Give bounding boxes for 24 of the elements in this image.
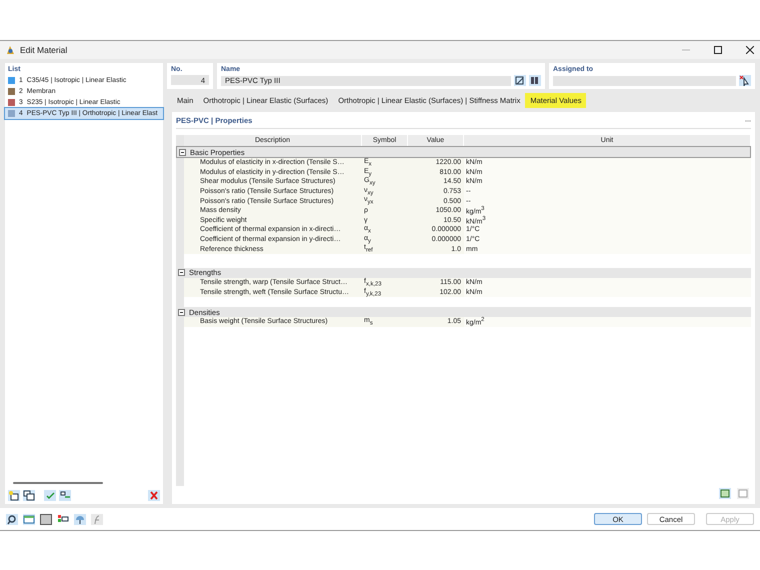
app-icon — [6, 45, 15, 55]
frame-icon[interactable] — [40, 514, 52, 524]
library-icon[interactable] — [529, 75, 541, 86]
window-title: Edit Material — [20, 45, 68, 55]
collapse-icon[interactable] — [178, 269, 185, 276]
edit-icon[interactable] — [514, 75, 526, 86]
table-icon[interactable] — [23, 514, 35, 524]
collapse-icon[interactable] — [178, 308, 185, 316]
check-icon[interactable] — [44, 490, 56, 501]
table-export-icon[interactable] — [719, 488, 731, 499]
swap-icon[interactable] — [59, 490, 71, 501]
scrollbar[interactable] — [13, 482, 103, 484]
formula-icon[interactable] — [91, 514, 103, 524]
pointer-icon[interactable] — [739, 75, 751, 86]
umbrella-icon[interactable] — [74, 514, 86, 524]
assigned-field[interactable] — [553, 76, 736, 86]
copy-icon[interactable] — [23, 490, 35, 501]
search-icon[interactable] — [6, 514, 18, 524]
delete-icon[interactable] — [148, 490, 160, 501]
close-icon[interactable] — [746, 46, 754, 54]
maximize-icon[interactable] — [714, 46, 722, 54]
new-item-icon[interactable] — [8, 490, 20, 501]
collapse-icon[interactable] — [179, 148, 186, 156]
color-list-icon[interactable] — [57, 514, 69, 524]
